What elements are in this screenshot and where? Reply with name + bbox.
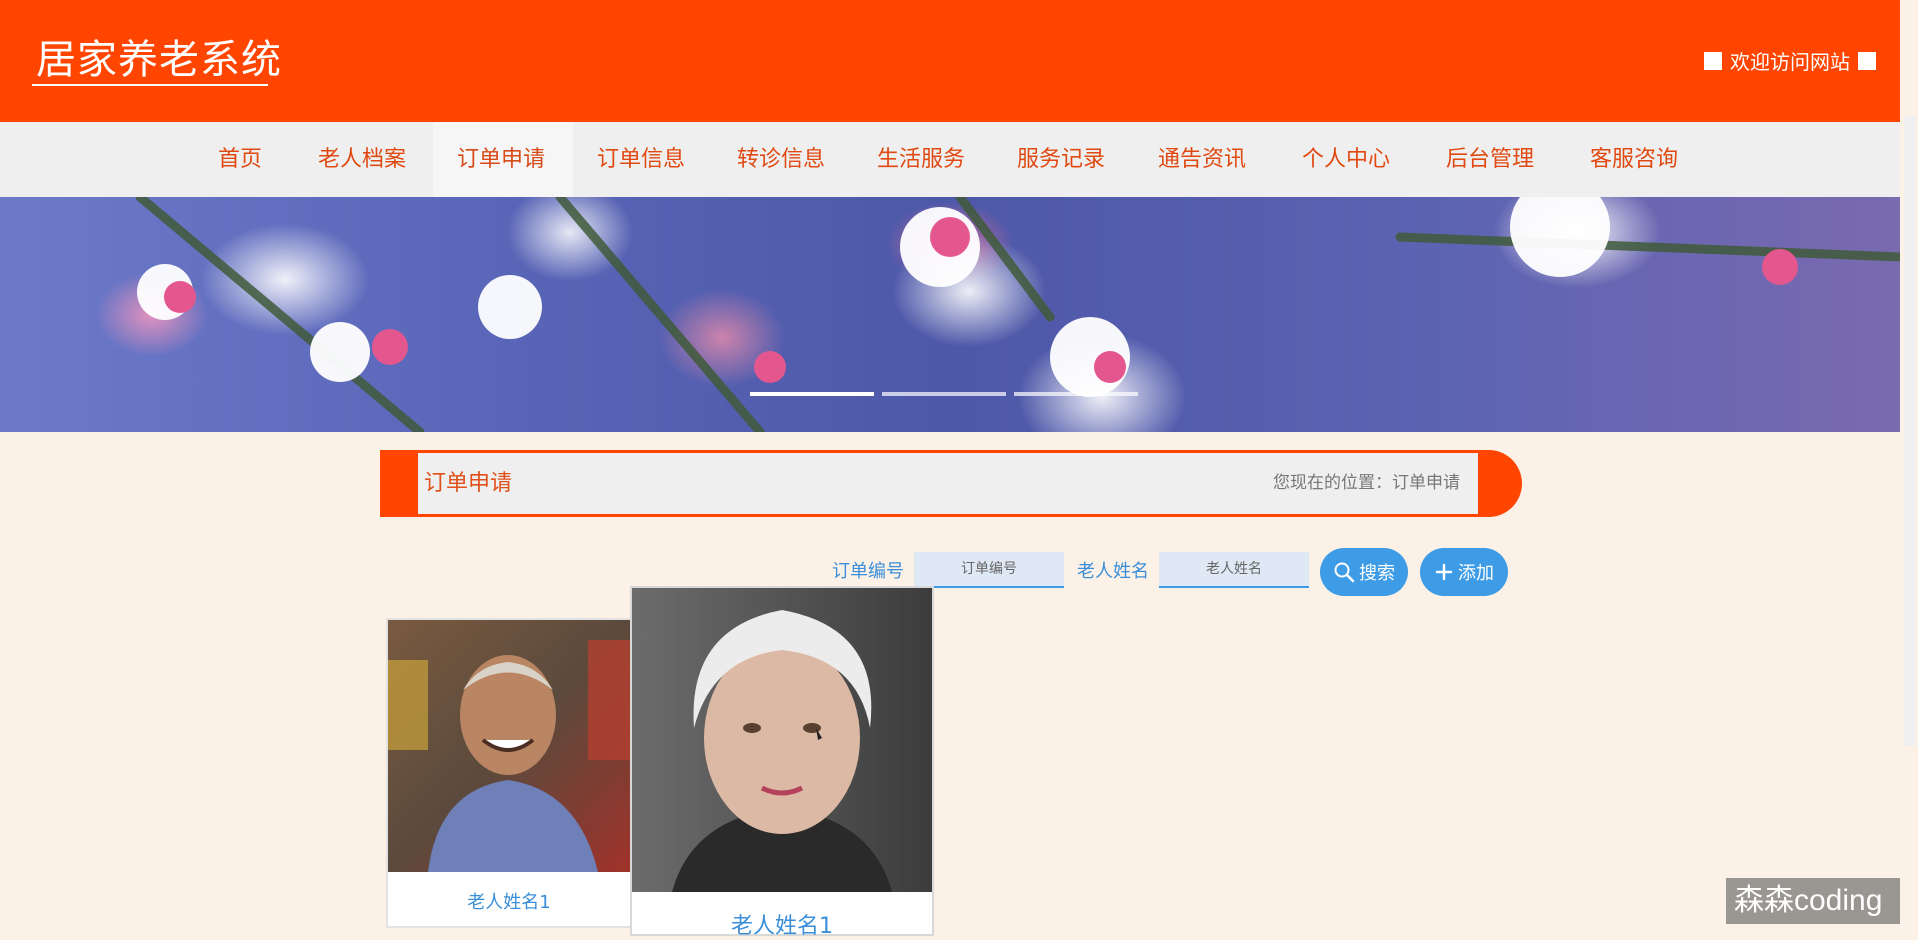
elder-photo — [388, 620, 630, 872]
elder-card-hover[interactable]: 老人姓名1 — [630, 586, 934, 939]
breadcrumb: 您现在的位置：订单申请 — [1273, 473, 1460, 493]
search-button[interactable]: 搜索 — [1320, 548, 1408, 596]
nav-item-service-records[interactable]: 服务记录 — [993, 122, 1129, 197]
welcome-text: 欢迎访问网站 — [1730, 50, 1850, 74]
header-bar: 居家养老系统 欢迎访问网站 — [0, 0, 1900, 122]
site-title[interactable]: 居家养老系统 — [36, 36, 282, 84]
search-button-label: 搜索 — [1359, 563, 1395, 584]
nav-item-home[interactable]: 首页 — [194, 122, 286, 197]
elder-photo — [632, 588, 932, 892]
carousel-dot[interactable] — [882, 392, 1006, 396]
page-scrollbar[interactable] — [1900, 0, 1918, 936]
nav-item-life-service[interactable]: 生活服务 — [853, 122, 989, 197]
section-title-bar: 订单申请 您现在的位置：订单申请 — [380, 450, 1522, 517]
carousel-dot[interactable] — [1014, 392, 1138, 396]
nav-item-referral-info[interactable]: 转诊信息 — [713, 122, 849, 197]
nav-item-order-info[interactable]: 订单信息 — [573, 122, 709, 197]
page-title: 订单申请 — [424, 471, 513, 496]
elder-name-input[interactable] — [1159, 552, 1309, 588]
watermark: 森森coding — [1726, 878, 1910, 924]
add-button-label: 添加 — [1458, 563, 1494, 584]
nav-item-personal-center[interactable]: 个人中心 — [1278, 122, 1414, 197]
elder-card[interactable]: 老人姓名1 — [386, 618, 632, 928]
welcome-banner: 欢迎访问网站 — [1704, 46, 1876, 75]
order-no-input[interactable] — [914, 552, 1064, 588]
elder-name-label: 老人姓名 — [1077, 561, 1149, 582]
elder-name: 老人姓名1 — [731, 914, 833, 939]
banner-carousel[interactable] — [0, 197, 1900, 432]
blossom-branches-image — [135, 197, 1900, 432]
square-icon — [1858, 51, 1876, 70]
site-title-underline — [32, 84, 268, 86]
nav-item-customer-service[interactable]: 客服咨询 — [1566, 122, 1702, 197]
elder-name: 老人姓名1 — [467, 892, 551, 913]
carousel-dot[interactable] — [750, 392, 874, 396]
nav-item-admin[interactable]: 后台管理 — [1422, 122, 1558, 197]
plus-icon — [1435, 563, 1453, 581]
nav-item-elder-records[interactable]: 老人档案 — [294, 122, 430, 197]
main-nav: 首页 老人档案 订单申请 订单信息 转诊信息 生活服务 服务记录 通告资讯 个人… — [0, 122, 1900, 197]
nav-item-order-apply[interactable]: 订单申请 — [433, 122, 573, 197]
carousel-indicators — [750, 392, 1138, 396]
order-no-label: 订单编号 — [832, 561, 904, 582]
square-icon — [1704, 51, 1722, 70]
search-icon — [1334, 562, 1355, 583]
scrollbar-thumb[interactable] — [1904, 116, 1916, 746]
add-button[interactable]: 添加 — [1420, 548, 1508, 596]
nav-item-notices[interactable]: 通告资讯 — [1134, 122, 1270, 197]
